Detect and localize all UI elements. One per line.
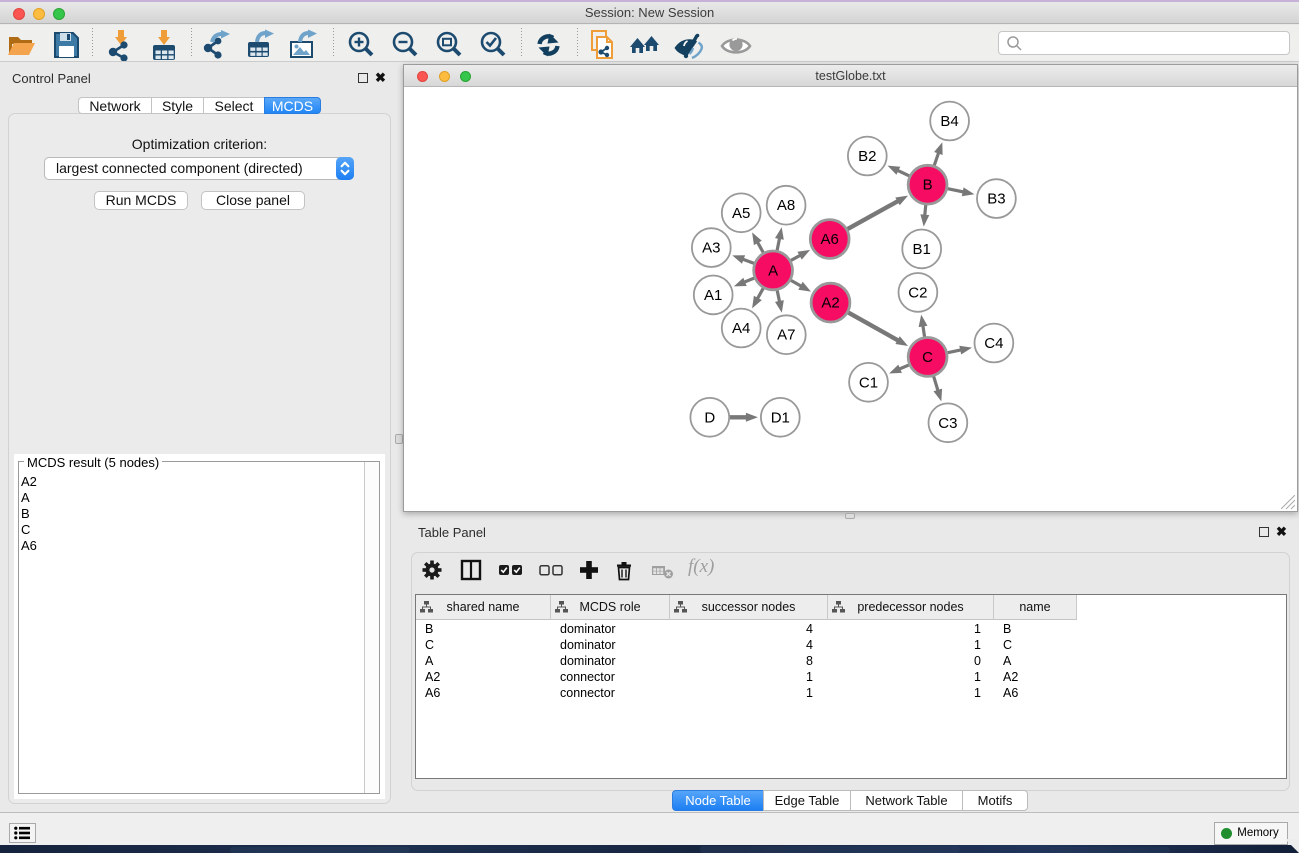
svg-text:A2: A2 [821, 295, 839, 312]
svg-text:B2: B2 [858, 148, 876, 165]
svg-text:C1: C1 [859, 374, 878, 391]
svg-text:A7: A7 [777, 327, 795, 344]
svg-text:C4: C4 [984, 335, 1003, 352]
svg-text:A8: A8 [777, 197, 795, 214]
svg-text:A: A [768, 262, 778, 279]
svg-text:B3: B3 [987, 191, 1005, 208]
svg-text:A5: A5 [732, 205, 750, 222]
svg-text:B: B [923, 177, 933, 194]
svg-text:A3: A3 [702, 240, 720, 257]
svg-text:C2: C2 [908, 284, 927, 301]
svg-text:C: C [922, 349, 933, 366]
svg-text:B4: B4 [940, 113, 958, 130]
svg-text:A6: A6 [821, 231, 839, 248]
svg-text:D: D [704, 409, 715, 426]
svg-text:C3: C3 [938, 415, 957, 432]
svg-text:D1: D1 [771, 409, 790, 426]
svg-text:B1: B1 [913, 241, 931, 258]
svg-text:A4: A4 [732, 320, 750, 337]
svg-text:A1: A1 [704, 287, 722, 304]
